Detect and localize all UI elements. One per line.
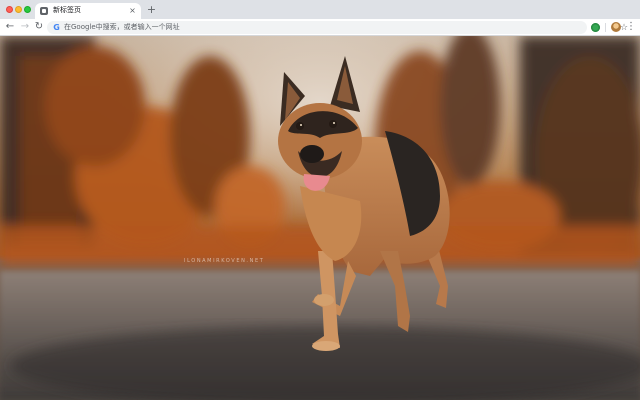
new-tab-page-icon [40,7,48,15]
tab-close-icon[interactable]: × [128,6,137,15]
new-tab-button[interactable]: + [146,4,157,15]
profile-avatar[interactable] [611,22,621,32]
german-shepherd-wallpaper [0,36,640,400]
back-arrow-icon[interactable]: ← [4,21,16,33]
toolbar-divider [605,23,606,32]
new-tab-page: ILONAMIRKOVEN.NET [0,36,640,400]
window-maximize-button[interactable] [24,6,31,13]
forward-arrow-icon[interactable]: → [19,21,31,33]
tab-strip: 新标签页 × + [0,0,640,19]
reload-icon[interactable]: ↻ [33,21,45,33]
tab-title: 新标签页 [53,6,81,14]
address-bar[interactable]: G 在Google中搜索，或者输入一个网址 ☆ [47,21,628,34]
kebab-menu-icon[interactable]: ⋮ [626,21,636,33]
window-close-button[interactable] [6,6,13,13]
photo-watermark: ILONAMIRKOVEN.NET [184,258,265,264]
google-icon: G [53,23,60,32]
extension-icon[interactable] [591,23,600,32]
browser-toolbar: ← → ↻ G 在Google中搜索，或者输入一个网址 ☆ ⋮ [0,19,640,36]
address-bar-placeholder[interactable]: 在Google中搜索，或者输入一个网址 [64,23,180,32]
window-minimize-button[interactable] [15,6,22,13]
tab-new-tab[interactable]: 新标签页 × [35,3,141,19]
